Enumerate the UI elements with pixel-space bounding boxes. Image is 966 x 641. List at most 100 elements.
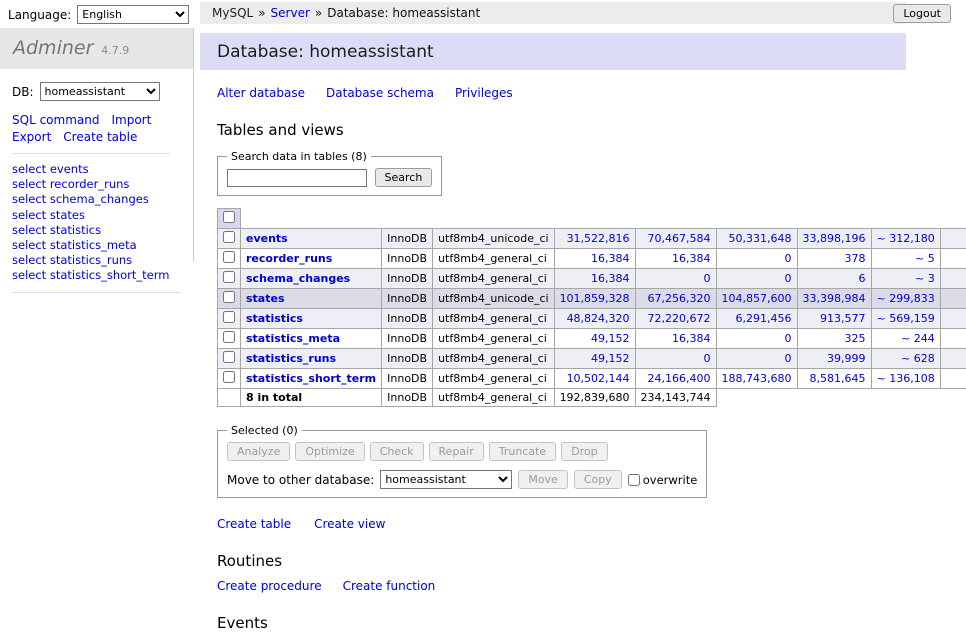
create-link[interactable]: Create table [217,517,291,531]
sidebar-action-link[interactable]: SQL command [12,113,99,127]
bulk-action-button[interactable]: Optimize [295,442,364,461]
table-name-link[interactable]: recorder_runs [246,252,332,265]
index-length-link[interactable]: 0 [704,272,711,285]
table-name-link[interactable]: states [246,292,285,305]
select-all-checkbox[interactable] [223,211,235,223]
rows-count-link[interactable]: ~ 312,180 [877,232,935,245]
data-length-link[interactable]: 10,502,144 [567,372,630,385]
rows-count-link[interactable]: ~ 3 [915,272,935,285]
data-length-link[interactable]: 49,152 [591,352,630,365]
sidebar-table-link[interactable]: select schema_changes [12,192,181,207]
auto-increment-link[interactable]: 8,581,645 [810,372,866,385]
move-button[interactable]: Move [518,470,568,489]
table-name-cell: statistics_meta [241,329,382,349]
row-checkbox[interactable] [223,371,235,383]
table-name-link[interactable]: statistics [246,312,303,325]
bulk-action-button[interactable]: Drop [561,442,607,461]
row-checkbox[interactable] [223,311,235,323]
data-free-link[interactable]: 6,291,456 [736,312,792,325]
breadcrumb-link-mysql[interactable]: MySQL [212,6,253,20]
data-free-link[interactable]: 0 [785,272,792,285]
sidebar-table-link[interactable]: select statistics_meta [12,238,181,253]
index-length-link[interactable]: 72,220,672 [648,312,711,325]
auto-increment-link[interactable]: 33,898,196 [803,232,866,245]
index-length-link[interactable]: 16,384 [672,332,711,345]
overwrite-checkbox[interactable] [628,474,640,486]
auto-increment-link[interactable]: 913,577 [820,312,866,325]
table-name-link[interactable]: events [246,232,288,245]
sidebar-table-link[interactable]: select statistics [12,223,181,238]
breadcrumb-link-server[interactable]: Server [271,6,310,20]
sidebar-table-link[interactable]: select recorder_runs [12,177,181,192]
search-input[interactable] [227,169,367,187]
routine-link[interactable]: Create function [343,579,436,593]
data-free-cell: 188,743,680 [716,369,797,389]
overwrite-label: overwrite [643,473,698,487]
table-name-link[interactable]: schema_changes [246,272,350,285]
copy-button[interactable]: Copy [574,470,622,489]
table-name-link[interactable]: statistics_short_term [246,372,376,385]
index-length-cell: 24,166,400 [635,369,716,389]
bulk-action-button[interactable]: Truncate [489,442,556,461]
bulk-action-button[interactable]: Analyze [227,442,290,461]
data-length-link[interactable]: 16,384 [591,252,630,265]
rows-count-link[interactable]: ~ 299,833 [877,292,935,305]
search-button[interactable]: Search [375,168,433,187]
data-free-link[interactable]: 0 [785,252,792,265]
auto-increment-link[interactable]: 39,999 [827,352,866,365]
sidebar-table-link[interactable]: select statistics_runs [12,253,181,268]
section-heading-events: Events [217,614,966,632]
auto-increment-link[interactable]: 6 [859,272,866,285]
index-length-link[interactable]: 16,384 [672,252,711,265]
db-nav-link[interactable]: Database schema [326,86,434,100]
sidebar-action-link[interactable]: Create table [63,130,137,144]
total-data-length: 192,839,680 [554,389,635,407]
data-free-link[interactable]: 188,743,680 [722,372,792,385]
data-length-link[interactable]: 101,859,328 [560,292,630,305]
index-length-link[interactable]: 0 [704,352,711,365]
table-name-link[interactable]: statistics_meta [246,332,340,345]
rows-count-link[interactable]: ~ 136,108 [877,372,935,385]
logout-button[interactable]: Logout [893,4,951,23]
move-db-select[interactable]: homeassistant [380,470,512,489]
auto-increment-link[interactable]: 33,398,984 [803,292,866,305]
data-length-link[interactable]: 49,152 [591,332,630,345]
row-checkbox[interactable] [223,351,235,363]
db-select[interactable]: homeassistant [40,82,160,101]
bulk-action-button[interactable]: Check [370,442,424,461]
db-nav-link[interactable]: Privileges [455,86,513,100]
row-checkbox[interactable] [223,291,235,303]
routine-link[interactable]: Create procedure [217,579,322,593]
table-name-link[interactable]: statistics_runs [246,352,336,365]
row-checkbox[interactable] [223,231,235,243]
rows-count-link[interactable]: ~ 244 [901,332,935,345]
rows-count-link[interactable]: ~ 569,159 [877,312,935,325]
sidebar-action-link[interactable]: Import [111,113,151,127]
sidebar-table-link[interactable]: select events [12,162,181,177]
total-label: 8 in total [241,389,382,407]
auto-increment-link[interactable]: 325 [845,332,866,345]
rows-count-link[interactable]: ~ 5 [915,252,935,265]
auto-increment-link[interactable]: 378 [845,252,866,265]
sidebar-action-link[interactable]: Export [12,130,51,144]
data-free-link[interactable]: 104,857,600 [722,292,792,305]
db-nav-link[interactable]: Alter database [217,86,305,100]
data-length-link[interactable]: 31,522,816 [567,232,630,245]
sidebar-table-link[interactable]: select states [12,208,181,223]
data-free-link[interactable]: 0 [785,352,792,365]
index-length-link[interactable]: 70,467,584 [648,232,711,245]
row-checkbox[interactable] [223,331,235,343]
data-free-link[interactable]: 50,331,648 [729,232,792,245]
rows-count-link[interactable]: ~ 628 [901,352,935,365]
create-link[interactable]: Create view [314,517,385,531]
data-length-link[interactable]: 48,824,320 [567,312,630,325]
data-free-link[interactable]: 0 [785,332,792,345]
row-checkbox[interactable] [223,271,235,283]
sidebar-table-link[interactable]: select statistics_short_term [12,268,181,283]
language-select[interactable]: English [77,5,189,24]
bulk-action-button[interactable]: Repair [429,442,484,461]
data-length-link[interactable]: 16,384 [591,272,630,285]
index-length-link[interactable]: 67,256,320 [648,292,711,305]
row-checkbox[interactable] [223,251,235,263]
index-length-link[interactable]: 24,166,400 [648,372,711,385]
